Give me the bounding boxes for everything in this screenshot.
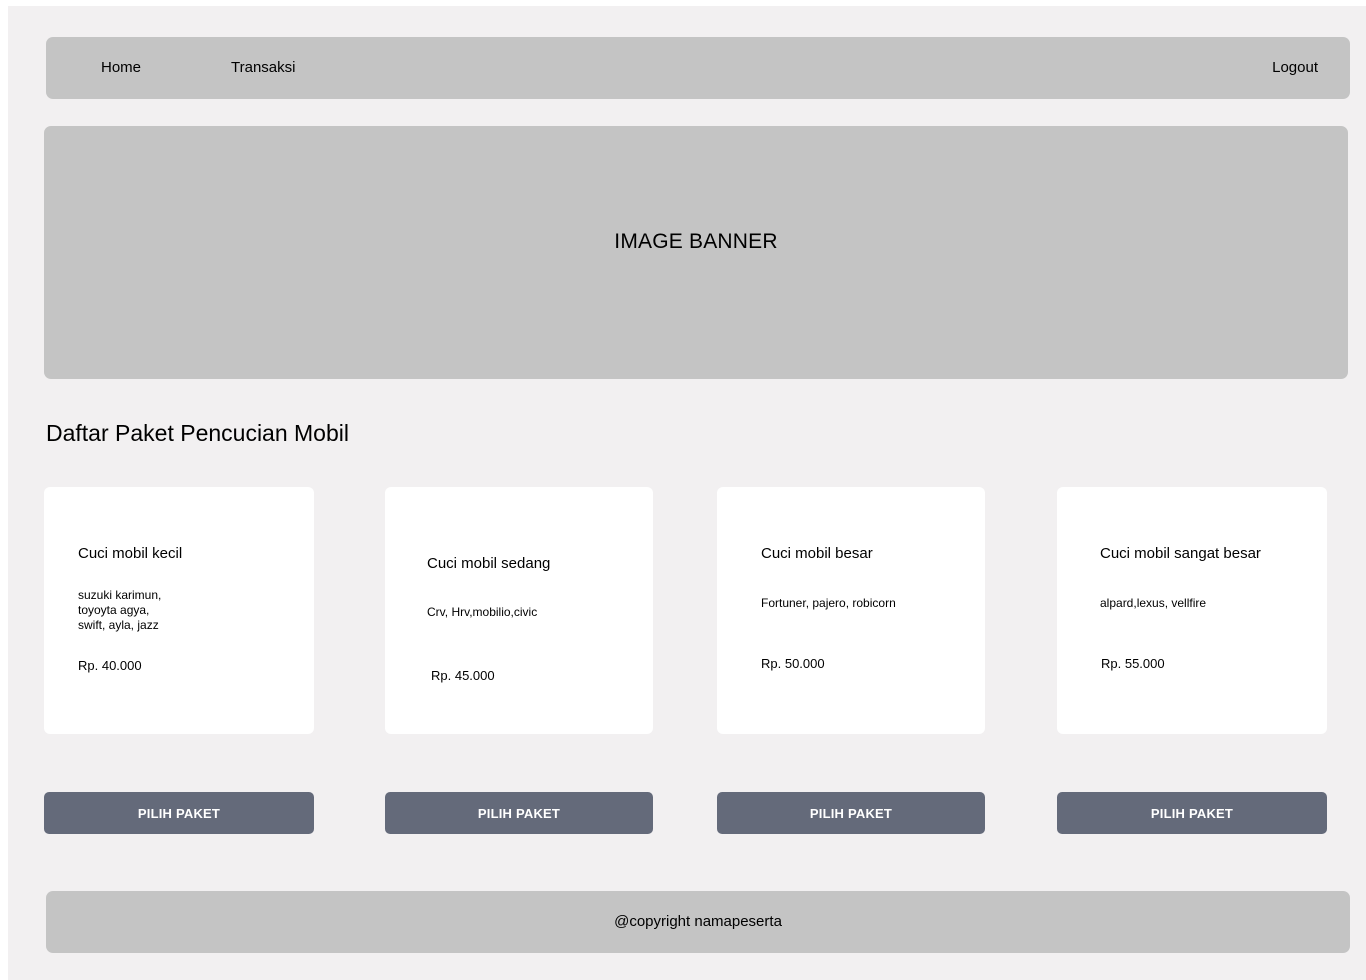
package-description: suzuki karimun, toyoyta agya, swift, ayl… (78, 588, 162, 632)
image-banner: IMAGE BANNER (44, 126, 1348, 379)
package-card-besar: Cuci mobil besar Fortuner, pajero, robic… (717, 487, 985, 734)
pilih-paket-button-besar[interactable]: PILIH PAKET (717, 792, 985, 834)
nav-link-home[interactable]: Home (101, 37, 141, 99)
package-title: Cuci mobil besar (761, 545, 873, 562)
navbar: Home Transaksi Logout (46, 37, 1350, 99)
package-title: Cuci mobil kecil (78, 545, 183, 562)
package-description: alpard,lexus, vellfire (1100, 596, 1207, 610)
package-price: Rp. 55.000 (1101, 656, 1165, 671)
nav-link-logout[interactable]: Logout (1272, 37, 1318, 99)
package-description: Fortuner, pajero, robicorn (761, 596, 896, 610)
copyright-text: @copyright namapeserta (614, 913, 782, 930)
pilih-paket-button-kecil[interactable]: PILIH PAKET (44, 792, 314, 834)
page: Home Transaksi Logout IMAGE BANNER Dafta… (8, 6, 1366, 980)
package-card-sangat-besar: Cuci mobil sangat besar alpard,lexus, ve… (1057, 487, 1327, 734)
pilih-paket-button-sedang[interactable]: PILIH PAKET (385, 792, 653, 834)
package-price: Rp. 50.000 (761, 656, 825, 671)
section-title: Daftar Paket Pencucian Mobil (46, 420, 349, 446)
package-title: Cuci mobil sedang (427, 555, 551, 572)
footer: @copyright namapeserta (46, 891, 1350, 953)
package-price: Rp. 40.000 (78, 658, 142, 673)
package-card-sedang: Cuci mobil sedang Crv, Hrv,mobilio,civic… (385, 487, 653, 734)
banner-placeholder-text: IMAGE BANNER (614, 230, 778, 253)
package-title: Cuci mobil sangat besar (1100, 545, 1261, 562)
package-price: Rp. 45.000 (431, 668, 495, 683)
pilih-paket-button-sangat-besar[interactable]: PILIH PAKET (1057, 792, 1327, 834)
package-description: Crv, Hrv,mobilio,civic (427, 605, 538, 619)
nav-link-transaksi[interactable]: Transaksi (231, 37, 295, 99)
package-card-kecil: Cuci mobil kecil suzuki karimun, toyoyta… (44, 487, 314, 734)
